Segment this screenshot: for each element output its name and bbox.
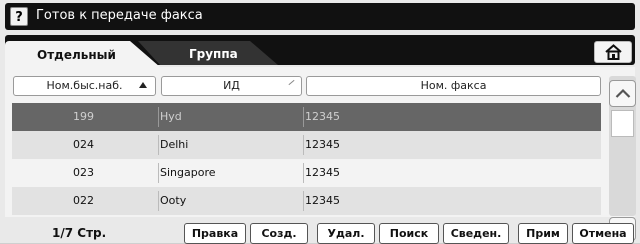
- sort-ascending-icon: [139, 82, 147, 88]
- status-bar: ? Готов к передаче факса: [5, 3, 635, 30]
- id-cell: Hyd: [160, 110, 182, 123]
- column-divider: [303, 191, 304, 211]
- create-button[interactable]: Созд.: [250, 223, 308, 244]
- page-indicator: 1/7 Стр.: [52, 226, 107, 240]
- table-row[interactable]: 024 Delhi 12345: [12, 131, 601, 159]
- scroll-up-button[interactable]: [609, 80, 636, 107]
- chevron-up-icon: [615, 88, 631, 98]
- search-button[interactable]: Поиск: [379, 223, 439, 244]
- fax-cell: 12345: [305, 194, 340, 207]
- table-row[interactable]: 023 Singapore 12345: [12, 159, 601, 187]
- column-divider: [158, 163, 159, 183]
- fax-cell: 12345: [305, 138, 340, 151]
- tab-group-label: Группа: [189, 47, 238, 61]
- column-header-id[interactable]: ИД: [161, 76, 302, 96]
- scrollbar-thumb[interactable]: [611, 110, 634, 137]
- column-divider: [303, 107, 304, 127]
- speed-dial-cell: 199: [73, 110, 94, 123]
- details-button[interactable]: Сведен.: [443, 223, 509, 244]
- edit-button[interactable]: Правка: [184, 223, 246, 244]
- home-icon: [605, 44, 622, 60]
- column-header-id-label: ИД: [223, 79, 240, 92]
- status-message: Готов к передаче факса: [36, 8, 203, 23]
- table-row[interactable]: 022 Ooty 12345: [12, 187, 601, 215]
- column-divider: [158, 191, 159, 211]
- tab-individual-label: Отдельный: [37, 48, 116, 62]
- fax-cell: 12345: [305, 166, 340, 179]
- delete-button[interactable]: Удал.: [317, 223, 375, 244]
- column-header-fax-number[interactable]: Ном. факса: [306, 76, 601, 96]
- column-header-speed-dial[interactable]: Ном.быс.наб.: [13, 76, 156, 96]
- id-cell: Singapore: [160, 166, 216, 179]
- home-button[interactable]: [594, 41, 632, 63]
- speed-dial-cell: 023: [73, 166, 94, 179]
- column-divider: [303, 163, 304, 183]
- id-cell: Delhi: [160, 138, 189, 151]
- column-header-fax-number-label: Ном. факса: [420, 79, 487, 92]
- column-divider: [158, 107, 159, 127]
- table-row[interactable]: 199 Hyd 12345: [12, 103, 601, 131]
- column-header-speed-dial-label: Ном.быс.наб.: [46, 79, 123, 92]
- fax-cell: 12345: [305, 110, 340, 123]
- column-divider: [158, 135, 159, 155]
- cancel-button[interactable]: Отмена: [572, 223, 634, 244]
- speed-dial-cell: 024: [73, 138, 94, 151]
- apply-button[interactable]: Прим: [518, 223, 568, 244]
- help-button[interactable]: ?: [10, 7, 28, 26]
- id-cell: Ooty: [160, 194, 187, 207]
- speed-dial-cell: 022: [73, 194, 94, 207]
- column-divider: [303, 135, 304, 155]
